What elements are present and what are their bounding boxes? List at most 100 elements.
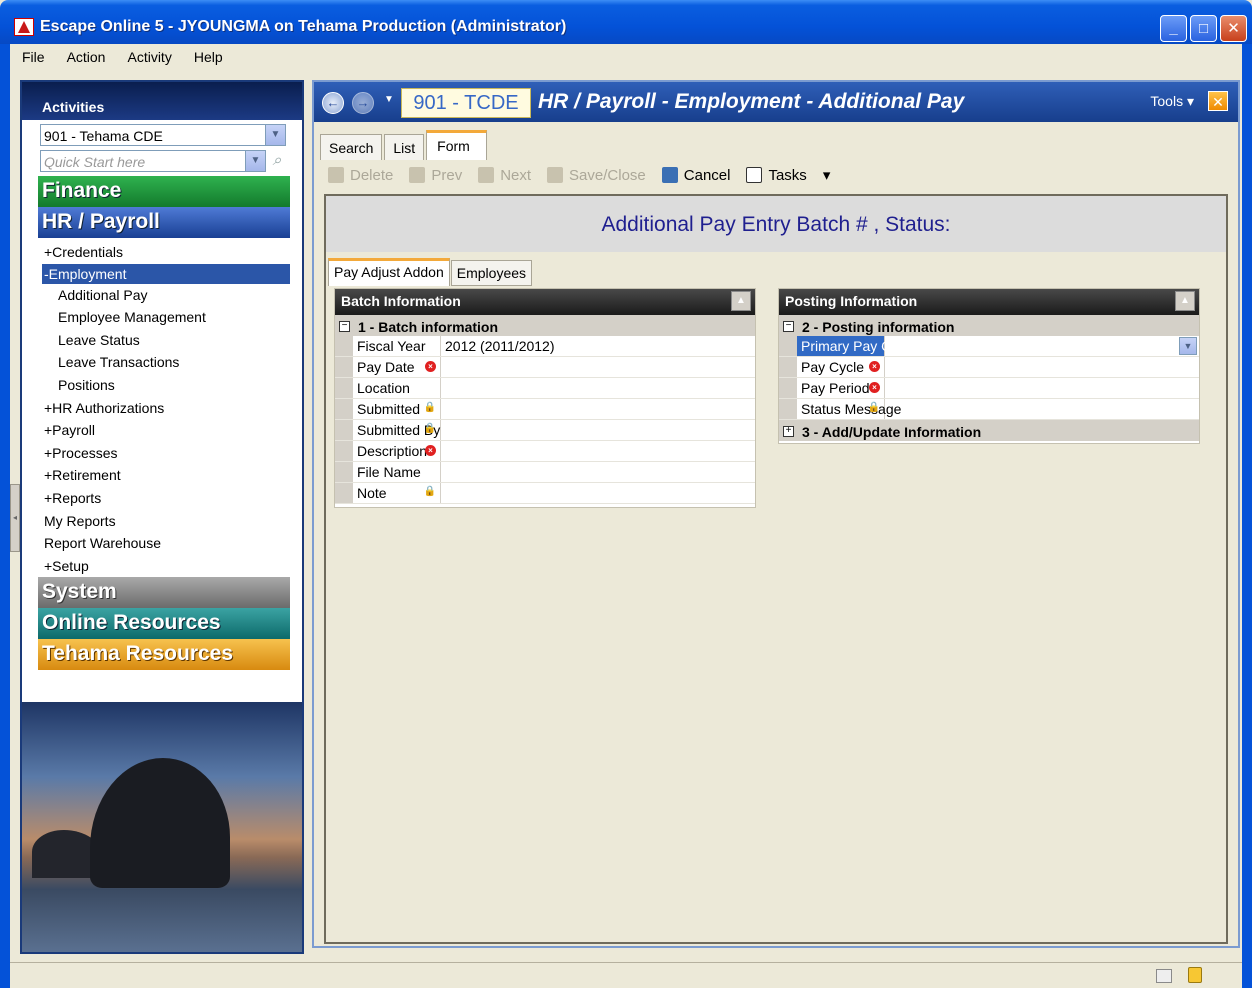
tab-employees[interactable]: Employees: [450, 260, 533, 286]
tree-item-payroll[interactable]: +Payroll: [38, 419, 290, 442]
field-pay-cycle[interactable]: Pay Cycle ×: [779, 357, 1199, 378]
tree-item-setup[interactable]: +Setup: [38, 555, 290, 578]
collapse-minus-icon[interactable]: −: [783, 321, 794, 332]
close-window-button[interactable]: ✕: [1220, 15, 1247, 42]
tree-item-additional-pay[interactable]: Additional Pay: [38, 284, 290, 307]
field-pay-period[interactable]: Pay Period ×: [779, 378, 1199, 399]
tab-form[interactable]: Form: [426, 130, 487, 160]
batch-category[interactable]: −1 - Batch information: [335, 315, 755, 336]
required-icon: ×: [869, 382, 880, 393]
save-close-button[interactable]: Save/Close: [547, 167, 646, 184]
menu-activity[interactable]: Activity: [127, 49, 171, 65]
field-file-name[interactable]: File Name: [335, 462, 755, 483]
chevron-down-icon[interactable]: ▼: [1179, 337, 1197, 355]
pay-period-value[interactable]: [885, 378, 1199, 398]
status-message-value: [885, 399, 1199, 419]
tree-item-hr-authorizations[interactable]: +HR Authorizations: [38, 397, 290, 420]
back-arrow-icon[interactable]: ←: [322, 92, 344, 114]
collapse-icon[interactable]: ▲: [731, 291, 751, 311]
expand-plus-icon[interactable]: +: [783, 426, 794, 437]
collapse-minus-icon[interactable]: −: [339, 321, 350, 332]
cancel-button[interactable]: Cancel: [661, 166, 731, 184]
field-description[interactable]: Description ×: [335, 441, 755, 462]
note-value: [441, 483, 755, 503]
tab-list[interactable]: List: [384, 134, 425, 160]
posting-information-group: Posting Information ▲ −2 - Posting infor…: [778, 288, 1200, 444]
tab-pay-adjust-addon[interactable]: Pay Adjust Addon: [328, 258, 450, 286]
collapse-icon[interactable]: ▲: [1175, 291, 1195, 311]
next-icon: [478, 167, 495, 183]
field-pay-date[interactable]: Pay Date ×: [335, 357, 755, 378]
tree-item-leave-transactions[interactable]: Leave Transactions: [38, 351, 290, 374]
tasks-button[interactable]: Tasks: [746, 167, 807, 184]
fiscal-year-value[interactable]: 2012 (2011/2012): [441, 336, 755, 356]
delete-button[interactable]: Delete: [328, 167, 393, 184]
minimize-button[interactable]: _: [1160, 15, 1187, 42]
prev-label: Prev: [431, 166, 463, 184]
prev-button[interactable]: Prev: [409, 167, 462, 184]
required-icon: ×: [425, 361, 436, 372]
menu-help[interactable]: Help: [194, 49, 223, 65]
tree-item-employee-management[interactable]: Employee Management: [38, 306, 290, 329]
tab-search[interactable]: Search: [320, 134, 383, 160]
menu-file[interactable]: File: [22, 49, 45, 65]
forward-arrow-icon[interactable]: →: [352, 92, 374, 114]
cancel-label: Cancel: [683, 166, 731, 184]
add-update-category[interactable]: +3 - Add/Update Information: [779, 420, 1199, 441]
maximize-button[interactable]: □: [1190, 15, 1217, 42]
primary-pay-cycle-select[interactable]: ▼: [885, 336, 1199, 356]
location-label: Location: [335, 378, 441, 398]
posting-category[interactable]: −2 - Posting information: [779, 315, 1199, 336]
batch-banner: Additional Pay Entry Batch # , Status:: [326, 194, 1226, 252]
section-online-resources[interactable]: Online Resources: [38, 608, 290, 640]
file-name-value[interactable]: [441, 462, 755, 482]
tasks-dropdown-button[interactable]: ▾: [823, 166, 831, 184]
sidebar-collapse-grip[interactable]: ◂: [10, 484, 20, 552]
delete-label: Delete: [350, 166, 394, 184]
tree-item-my-reports[interactable]: My Reports: [38, 510, 290, 533]
tree-item-employment[interactable]: -Employment: [42, 263, 290, 284]
batch-information-title: Batch Information: [341, 293, 461, 309]
tree-item-processes[interactable]: +Processes: [38, 442, 290, 465]
tree-item-positions[interactable]: Positions: [38, 374, 290, 397]
save-close-label: Save/Close: [569, 166, 646, 184]
tree-item-credentials[interactable]: +Credentials: [38, 241, 290, 264]
lock-icon[interactable]: [1188, 967, 1202, 983]
view-tabs: Search List Form: [320, 130, 489, 160]
tools-menu[interactable]: Tools ▾: [1150, 93, 1194, 110]
next-button[interactable]: Next: [478, 167, 531, 184]
tree-item-leave-status[interactable]: Leave Status: [38, 329, 290, 352]
tree-item-report-warehouse[interactable]: Report Warehouse: [38, 532, 290, 555]
field-location[interactable]: Location: [335, 378, 755, 399]
field-fiscal-year[interactable]: Fiscal Year 2012 (2011/2012): [335, 336, 755, 357]
chevron-down-icon[interactable]: ▼: [265, 125, 285, 145]
menu-action[interactable]: Action: [67, 49, 106, 65]
quick-start-input[interactable]: Quick Start here ▼ ⌕: [40, 150, 281, 172]
description-label: Description ×: [335, 441, 441, 461]
district-combo[interactable]: 901 - Tehama CDE ▼: [40, 124, 286, 146]
tree-item-retirement[interactable]: +Retirement: [38, 464, 290, 487]
pay-date-value[interactable]: [441, 357, 755, 377]
description-value[interactable]: [441, 441, 755, 461]
field-primary-pay-cycle[interactable]: Primary Pay Cycle? ▼: [779, 336, 1199, 357]
page-header: ← → ▼ 901 - TCDE HR / Payroll - Employme…: [314, 82, 1238, 122]
section-finance[interactable]: Finance: [38, 176, 290, 207]
close-page-button[interactable]: ✕: [1208, 91, 1228, 111]
tree-item-reports[interactable]: +Reports: [38, 487, 290, 510]
search-icon[interactable]: ⌕: [267, 151, 287, 171]
district-combo-value: 901 - Tehama CDE: [44, 128, 163, 144]
section-system[interactable]: System: [38, 577, 290, 609]
section-tehama-resources[interactable]: Tehama Resources: [38, 639, 290, 671]
section-hr-payroll[interactable]: HR / Payroll: [38, 207, 290, 238]
primary-pay-cycle-label: Primary Pay Cycle?: [779, 336, 924, 356]
submitted-by-label: Submitted By 🔒: [335, 420, 441, 440]
quick-start-placeholder: Quick Start here: [44, 154, 146, 170]
location-value[interactable]: [441, 378, 755, 398]
activity-tree: +Credentials -Employment Additional Pay …: [38, 238, 290, 578]
message-icon[interactable]: [1156, 969, 1172, 983]
pay-cycle-value[interactable]: [885, 357, 1199, 377]
batch-information-group: Batch Information ▲ −1 - Batch informati…: [334, 288, 756, 508]
history-dropdown-icon[interactable]: ▼: [384, 94, 394, 105]
chevron-down-icon: ▾: [822, 167, 831, 184]
chevron-down-icon[interactable]: ▼: [245, 151, 265, 171]
